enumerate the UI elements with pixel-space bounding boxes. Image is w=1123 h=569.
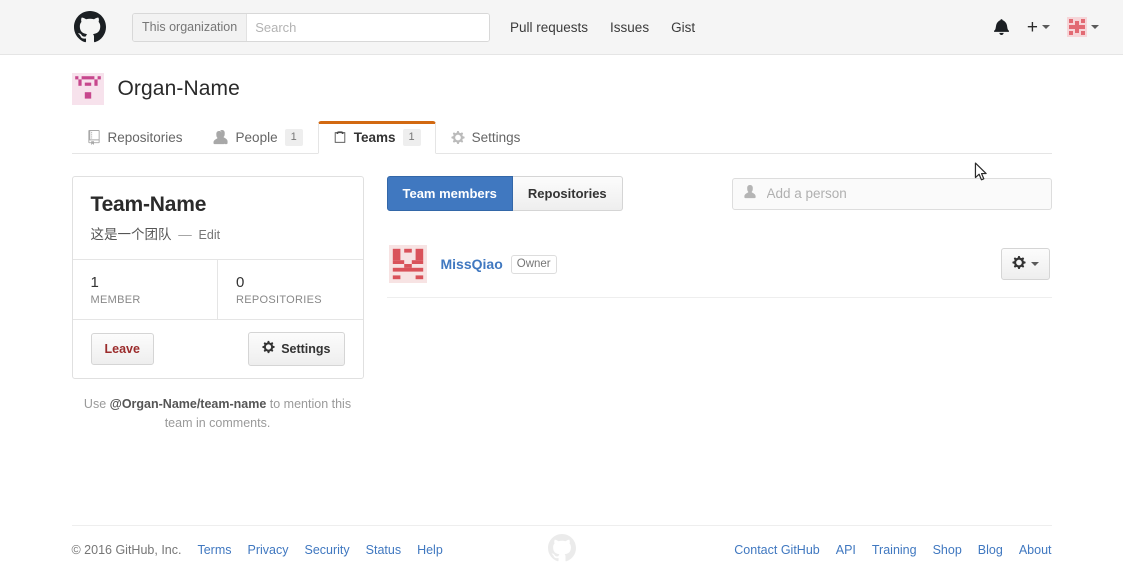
team-settings-button[interactable]: Settings: [248, 332, 345, 366]
team-description-row: 这是一个团队 — Edit: [91, 223, 345, 243]
nav-link-issues[interactable]: Issues: [610, 20, 649, 35]
team-view-toggle: Team members Repositories: [386, 176, 623, 211]
footer-link-privacy[interactable]: Privacy: [248, 543, 289, 557]
footer-left-links: © 2016 GitHub, Inc. Terms Privacy Securi…: [72, 543, 443, 557]
edit-description-link[interactable]: Edit: [199, 228, 221, 242]
organization-tabs: Repositories People 1 Teams 1 Settings: [71, 121, 1052, 154]
member-avatar-identicon[interactable]: [388, 245, 427, 283]
tab-label-teams: Teams: [353, 129, 396, 145]
footer-link-contact-github[interactable]: Contact GitHub: [734, 543, 819, 557]
team-stats: 1 MEMBER 0 REPOSITORIES: [72, 259, 363, 319]
footer-link-training[interactable]: Training: [872, 543, 917, 557]
copyright-text: © 2016 GitHub, Inc.: [71, 543, 182, 557]
team-member-list: MissQiao Owner: [386, 235, 1052, 298]
member-username-link[interactable]: MissQiao: [441, 256, 503, 272]
footer-link-shop[interactable]: Shop: [933, 543, 962, 557]
global-header: This organization Pull requests Issues G…: [0, 0, 1123, 55]
header-nav-links: Pull requests Issues Gist: [510, 20, 695, 35]
user-menu[interactable]: [1067, 17, 1099, 37]
chevron-down-icon: [1042, 25, 1050, 29]
global-search[interactable]: This organization: [132, 12, 490, 42]
bell-icon[interactable]: [993, 18, 1010, 36]
tab-repositories[interactable]: Repositories: [72, 121, 198, 154]
github-mark-icon: [547, 534, 576, 565]
footer-right-links: Contact GitHub API Training Shop Blog Ab…: [734, 543, 1051, 557]
organization-name: Organ-Name: [117, 77, 240, 100]
status-badge: Owner: [510, 254, 557, 274]
team-card: Team-Name 这是一个团队 — Edit 1 MEMBER 0 REPOS…: [71, 176, 364, 379]
tab-settings[interactable]: Settings: [436, 121, 536, 154]
nav-link-gist[interactable]: Gist: [671, 20, 695, 35]
tab-label-people: People: [235, 130, 278, 145]
gear-icon: [451, 130, 465, 145]
team-subnav: Team members Repositories: [386, 176, 1052, 211]
add-person-input[interactable]: [764, 185, 1041, 202]
tab-label-repositories: Repositories: [107, 130, 183, 145]
team-settings-label: Settings: [281, 342, 331, 356]
member-row-actions: [1000, 248, 1050, 280]
stat-members[interactable]: 1 MEMBER: [73, 260, 218, 319]
team-card-actions: Leave Settings: [72, 319, 363, 378]
gear-icon: [1011, 255, 1026, 273]
table-row: MissQiao Owner: [386, 235, 1052, 298]
toggle-repositories[interactable]: Repositories: [512, 176, 623, 211]
main-content: Team-Name 这是一个团队 — Edit 1 MEMBER 0 REPOS…: [71, 154, 1052, 433]
chevron-down-icon: [1091, 25, 1099, 29]
tab-count-people: 1: [284, 129, 303, 146]
footer-content: © 2016 GitHub, Inc. Terms Privacy Securi…: [72, 526, 1052, 562]
github-mark-icon[interactable]: [74, 11, 106, 43]
footer-link-blog[interactable]: Blog: [978, 543, 1003, 557]
footer-link-status[interactable]: Status: [366, 543, 401, 557]
header-right-group: +: [993, 17, 1107, 37]
footer-link-about[interactable]: About: [1019, 543, 1052, 557]
people-icon: [213, 130, 229, 145]
stat-repositories[interactable]: 0 REPOSITORIES: [217, 260, 363, 319]
team-content: Team members Repositories Add a person M…: [364, 176, 1052, 433]
plus-icon: +: [1026, 16, 1038, 38]
footer-link-security[interactable]: Security: [304, 543, 349, 557]
tab-people[interactable]: People 1: [198, 121, 318, 154]
stat-repositories-label: REPOSITORIES: [236, 294, 322, 306]
stat-members-label: MEMBER: [90, 294, 141, 306]
member-info: MissQiao Owner: [441, 254, 557, 274]
member-settings-button[interactable]: [1000, 248, 1050, 280]
search-input[interactable]: [247, 13, 489, 41]
chevron-down-icon: [1030, 262, 1039, 266]
create-new-menu[interactable]: +: [1027, 18, 1050, 37]
team-icon: [333, 130, 347, 145]
team-description: 这是一个团队: [90, 227, 172, 242]
user-avatar-identicon: [1067, 17, 1087, 37]
team-mention-hint: Use @Organ-Name/team-name to mention thi…: [72, 395, 364, 433]
page-footer: © 2016 GitHub, Inc. Terms Privacy Securi…: [0, 525, 1123, 569]
team-sidebar: Team-Name 这是一个团队 — Edit 1 MEMBER 0 REPOS…: [71, 176, 364, 433]
nav-link-pull-requests[interactable]: Pull requests: [510, 20, 588, 35]
team-card-body: Team-Name 这是一个团队 — Edit: [73, 177, 363, 259]
gear-icon: [262, 340, 275, 358]
stat-members-value: 1: [90, 274, 99, 291]
repo-icon: [87, 130, 101, 145]
footer-link-api[interactable]: API: [836, 543, 856, 557]
page-root: This organization Pull requests Issues G…: [0, 0, 1123, 569]
add-person-field[interactable]: [731, 177, 1052, 210]
tab-count-teams: 1: [402, 128, 421, 146]
header-left-group: This organization Pull requests Issues G…: [0, 11, 695, 43]
tab-label-settings: Settings: [471, 130, 521, 145]
search-scope-label: This organization: [133, 13, 248, 41]
footer-link-terms[interactable]: Terms: [197, 543, 231, 557]
toggle-team-members[interactable]: Team members: [386, 176, 513, 211]
organization-avatar-identicon: [71, 73, 104, 105]
organization-title-row: Organ-Name: [71, 73, 1052, 105]
mention-handle: @Organ-Name/team-name: [109, 397, 267, 411]
tab-teams[interactable]: Teams 1: [317, 121, 436, 154]
leave-team-button[interactable]: Leave: [90, 333, 154, 365]
description-dash: —: [178, 227, 192, 242]
mention-prefix: Use: [83, 397, 110, 411]
organization-header: Organ-Name Repositories People 1 Teams 1…: [71, 55, 1052, 154]
stat-repositories-value: 0: [236, 274, 245, 291]
footer-link-help[interactable]: Help: [417, 543, 443, 557]
person-icon: [743, 184, 757, 204]
team-name: Team-Name: [90, 193, 207, 216]
